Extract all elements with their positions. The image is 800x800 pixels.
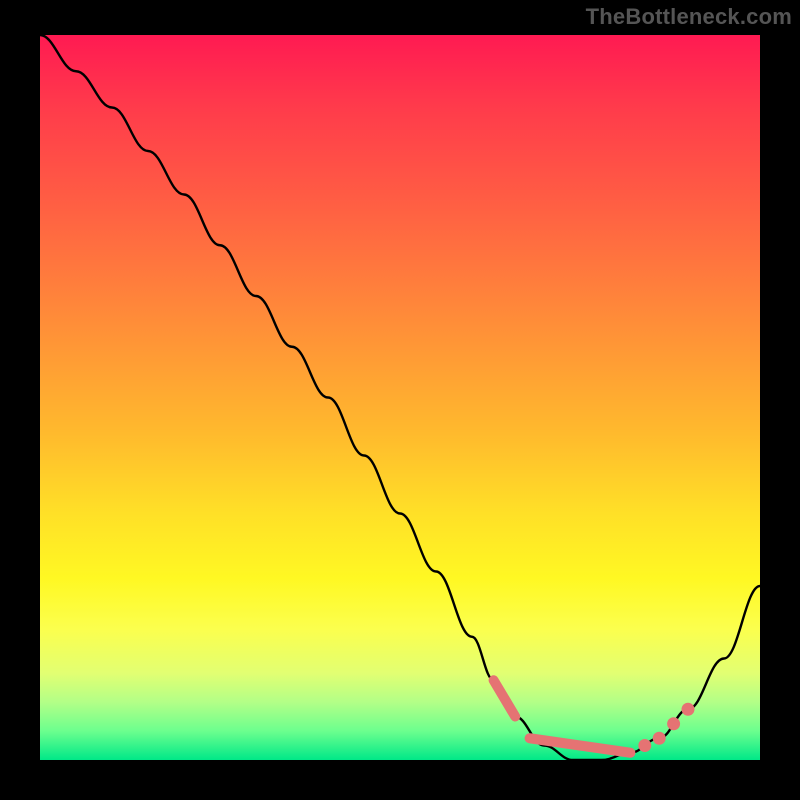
plot-area	[40, 35, 760, 760]
bottleneck-curve	[40, 35, 760, 760]
chart-frame: TheBottleneck.com	[0, 0, 800, 800]
curve-svg	[40, 35, 760, 760]
watermark-text: TheBottleneck.com	[586, 4, 792, 30]
highlight-markers	[494, 680, 695, 753]
